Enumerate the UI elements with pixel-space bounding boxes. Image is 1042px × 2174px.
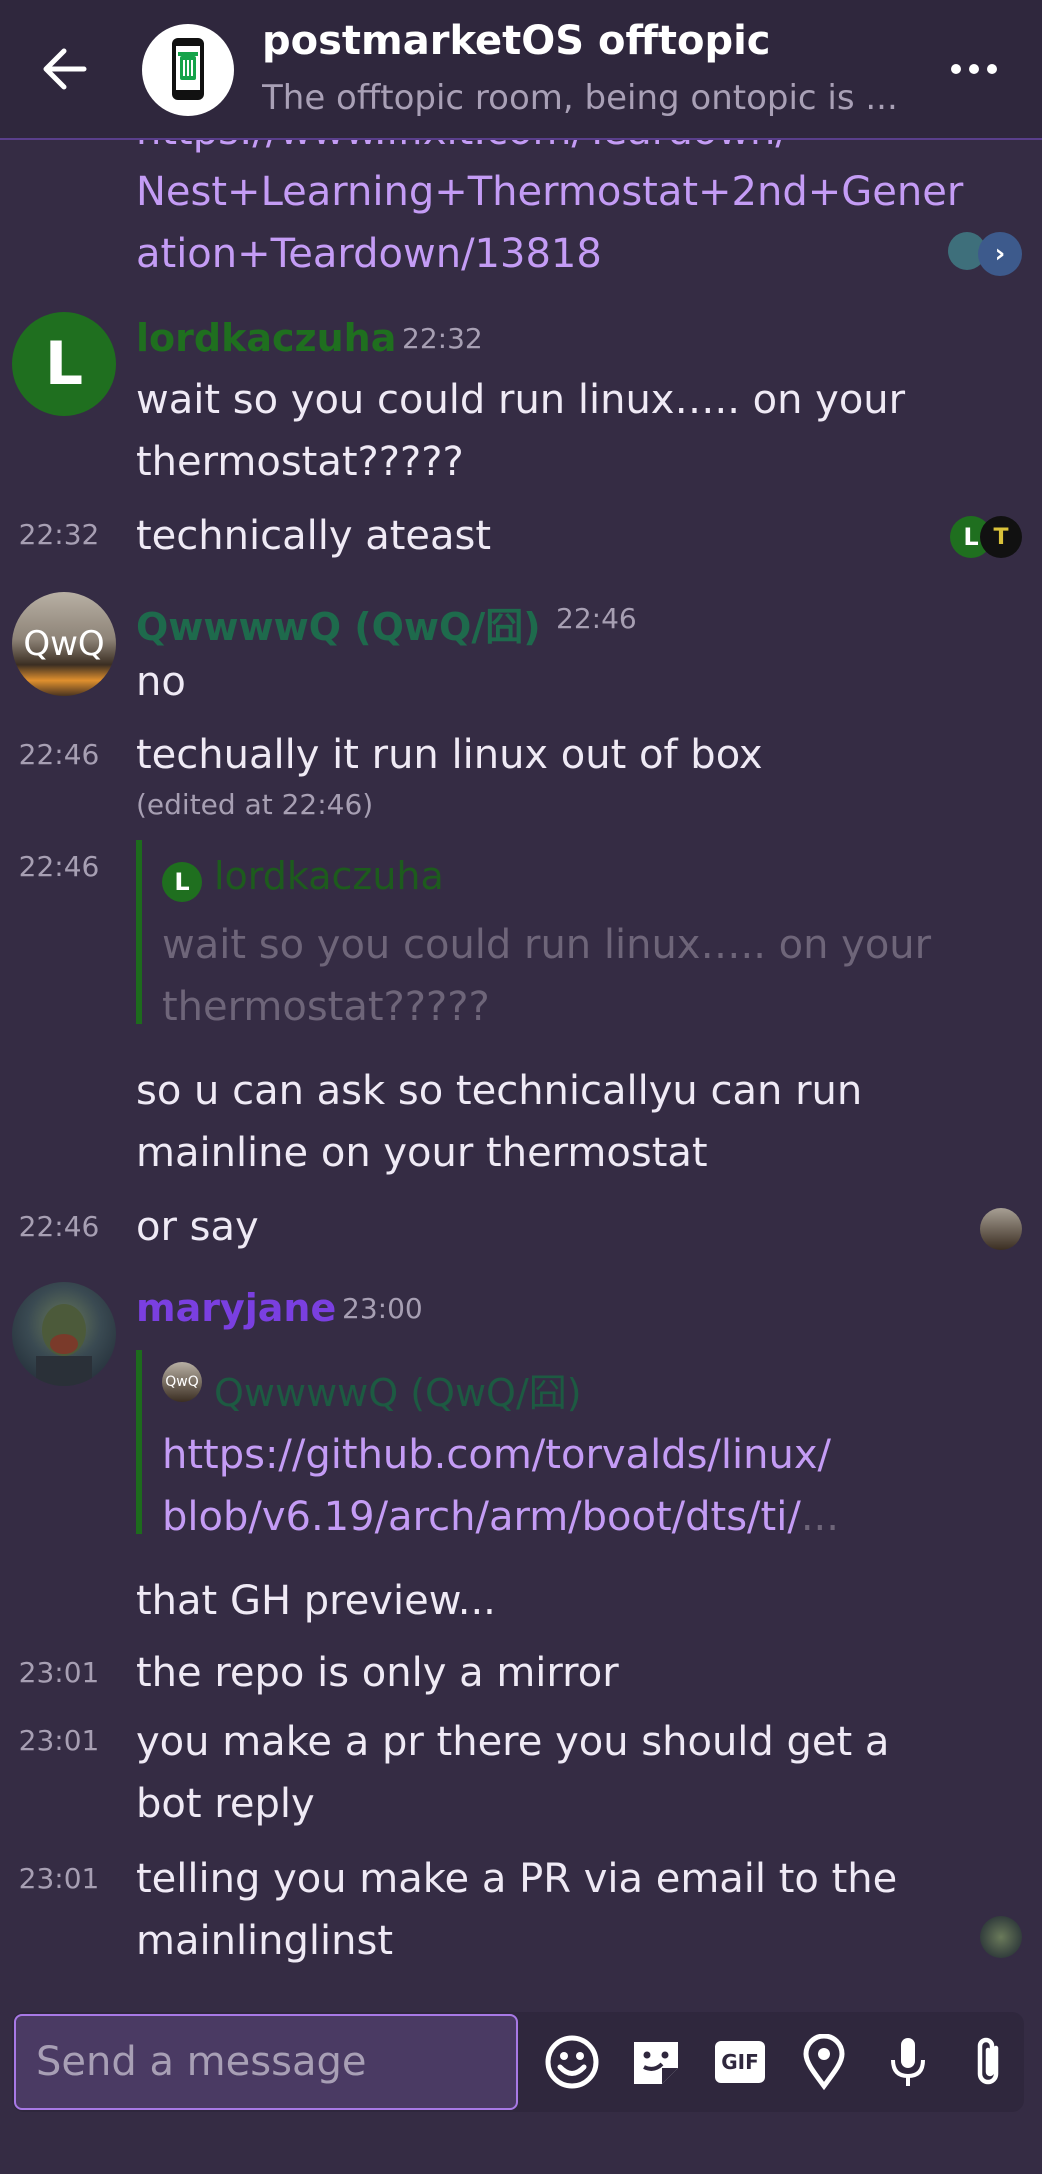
- message-timestamp: 22:46: [18, 1210, 100, 1243]
- message-text: or say: [136, 1204, 259, 1250]
- reply-quote-bar: [136, 840, 142, 1024]
- read-receipt-avatar[interactable]: [980, 1916, 1022, 1958]
- reply-quote-link[interactable]: blob/v6.19/arch/arm/boot/dts/ti/: [162, 1494, 801, 1540]
- avatar[interactable]: [12, 1282, 116, 1386]
- location-icon[interactable]: [792, 2030, 856, 2094]
- message-text: so u can ask so technicallyu can run: [136, 1068, 863, 1114]
- microphone-icon[interactable]: [876, 2030, 940, 2094]
- message-text: you make a pr there you should get a: [136, 1719, 890, 1765]
- message-text: telling you make a PR via email to the: [136, 1856, 898, 1902]
- avatar[interactable]: QwQ: [12, 592, 116, 696]
- message-text: thermostat?????: [136, 439, 464, 485]
- message-link-line2[interactable]: ation+Teardown/13818: [136, 223, 602, 285]
- timeline[interactable]: https://www.ifixit.com/Teardown/ Nest+Le…: [0, 140, 1042, 2000]
- room-topic[interactable]: The offtopic room, being ontopic is ...: [262, 78, 902, 118]
- reply-quote-text[interactable]: wait so you could run linux….. on your: [162, 914, 931, 976]
- reply-quote-link-line[interactable]: blob/v6.19/arch/arm/boot/dts/ti/...: [162, 1486, 839, 1548]
- emoji-icon[interactable]: [540, 2030, 604, 2094]
- message-text: no: [136, 659, 186, 705]
- sender-name[interactable]: lordkaczuha: [136, 316, 396, 360]
- avatar-image: [36, 1304, 92, 1386]
- message-timestamp: 23:01: [18, 1656, 100, 1689]
- message-timestamp: 22:46: [18, 850, 100, 883]
- message-text: mainline on your thermostat: [136, 1130, 708, 1176]
- message-text: wait so you could run linux….. on your: [136, 377, 906, 423]
- avatar: QwQ: [162, 1362, 202, 1402]
- message-timestamp: 23:01: [18, 1724, 100, 1757]
- reply-quote-text[interactable]: thermostat?????: [162, 976, 490, 1038]
- message-input[interactable]: [14, 2014, 518, 2110]
- avatar: L: [162, 862, 202, 902]
- message-text: technically ateast: [136, 513, 492, 559]
- message-text: mainlinglinst: [136, 1918, 394, 1964]
- reply-quote-bar: [136, 1350, 142, 1534]
- gif-icon[interactable]: GIF: [708, 2030, 772, 2094]
- read-receipt-avatar[interactable]: [980, 1208, 1022, 1250]
- message-text: bot reply: [136, 1781, 315, 1827]
- reply-quote-link[interactable]: https://github.com/torvalds/linux/: [162, 1424, 831, 1486]
- trash-phone-room-icon: [172, 38, 204, 100]
- message-text: techually it run linux out of box: [136, 732, 763, 778]
- back-arrow-icon[interactable]: [38, 42, 92, 96]
- message-timestamp: 22:46: [18, 738, 100, 771]
- message-text: that GH preview...: [136, 1578, 496, 1624]
- message-timestamp: 23:00: [342, 1292, 423, 1325]
- message-timestamp: 22:46: [556, 602, 637, 635]
- read-receipt-avatar[interactable]: T: [980, 516, 1022, 558]
- message-timestamp: 22:32: [402, 322, 483, 355]
- message-timestamp: 22:32: [18, 518, 100, 551]
- message-timestamp: 23:01: [18, 1862, 100, 1895]
- reply-sender-name[interactable]: QwwwwQ (QwQ/囧): [214, 1362, 582, 1417]
- attachment-icon[interactable]: [956, 2030, 1020, 2094]
- message-link-partial[interactable]: https://www.ifixit.com/Teardown/: [136, 140, 789, 162]
- avatar[interactable]: L: [12, 312, 116, 416]
- sticker-icon[interactable]: [624, 2030, 688, 2094]
- edited-label[interactable]: (edited at 22:46): [136, 788, 373, 821]
- room-header: postmarketOS offtopic The offtopic room,…: [0, 0, 1042, 140]
- gif-label: GIF: [715, 2041, 765, 2083]
- message-text: the repo is only a mirror: [136, 1650, 619, 1696]
- ellipsis: ...: [800, 1494, 839, 1540]
- reply-sender-name[interactable]: lordkaczuha: [214, 854, 444, 898]
- message-link-line1[interactable]: Nest+Learning+Thermostat+2nd+Gener: [136, 161, 963, 223]
- room-avatar[interactable]: [142, 24, 234, 116]
- chevron-right-icon[interactable]: ›: [978, 232, 1022, 276]
- room-title[interactable]: postmarketOS offtopic: [262, 18, 771, 64]
- message-composer: GIF: [12, 2012, 1024, 2112]
- sender-name[interactable]: maryjane: [136, 1286, 336, 1330]
- more-menu-icon[interactable]: [946, 46, 1002, 92]
- sender-name[interactable]: QwwwwQ (QwQ/囧): [136, 596, 541, 651]
